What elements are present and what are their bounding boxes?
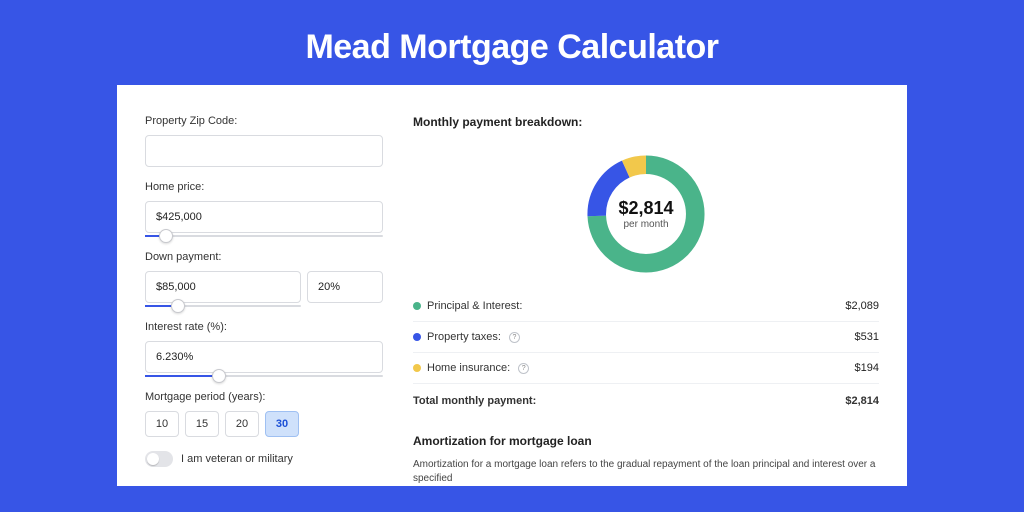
period-option-10[interactable]: 10 [145, 411, 179, 437]
period-option-15[interactable]: 15 [185, 411, 219, 437]
toggle-knob [147, 453, 159, 465]
legend-dot-icon [413, 333, 421, 341]
price-label: Home price: [145, 181, 383, 193]
total-value: $2,814 [845, 395, 879, 407]
amort-desc: Amortization for a mortgage loan refers … [413, 458, 879, 486]
legend-value: $531 [855, 331, 879, 343]
legend-row-1: Property taxes:? $531 [413, 322, 879, 353]
donut-amount: $2,814 [618, 198, 673, 219]
legend-label: Property taxes: [427, 331, 501, 343]
donut-chart-area: $2,814 per month [413, 139, 879, 291]
legend-label: Principal & Interest: [427, 300, 522, 312]
price-field: Home price: [145, 181, 383, 237]
legend-dot-icon [413, 364, 421, 372]
total-label: Total monthly payment: [413, 395, 536, 407]
veteran-row: I am veteran or military [145, 451, 383, 467]
legend-row-0: Principal & Interest: $2,089 [413, 291, 879, 322]
down-percent-input[interactable] [307, 271, 383, 303]
zip-field: Property Zip Code: [145, 115, 383, 167]
amortization-section: Amortization for mortgage loan Amortizat… [413, 434, 879, 486]
rate-label: Interest rate (%): [145, 321, 383, 333]
rate-field: Interest rate (%): [145, 321, 383, 377]
period-option-20[interactable]: 20 [225, 411, 259, 437]
down-slider[interactable] [145, 305, 301, 307]
info-icon[interactable]: ? [518, 363, 529, 374]
period-option-30[interactable]: 30 [265, 411, 299, 437]
rate-slider[interactable] [145, 375, 383, 377]
info-icon[interactable]: ? [509, 332, 520, 343]
donut-sub: per month [623, 219, 668, 230]
period-options: 10152030 [145, 411, 383, 437]
legend-dot-icon [413, 302, 421, 310]
price-slider[interactable] [145, 235, 383, 237]
price-input[interactable] [145, 201, 383, 233]
legend-value: $194 [855, 362, 879, 374]
breakdown-heading: Monthly payment breakdown: [413, 115, 879, 129]
zip-label: Property Zip Code: [145, 115, 383, 127]
total-row: Total monthly payment: $2,814 [413, 384, 879, 416]
legend: Principal & Interest: $2,089 Property taxe… [413, 291, 879, 384]
page-title: Mead Mortgage Calculator [0, 0, 1024, 85]
legend-row-2: Home insurance:? $194 [413, 353, 879, 384]
veteran-label: I am veteran or military [181, 453, 293, 465]
rate-input[interactable] [145, 341, 383, 373]
legend-label: Home insurance: [427, 362, 510, 374]
period-field: Mortgage period (years): 10152030 [145, 391, 383, 437]
calculator-card: Property Zip Code: Home price: Down paym… [117, 85, 907, 486]
donut-center: $2,814 per month [581, 149, 711, 279]
breakdown-column: Monthly payment breakdown: $2,814 per mo… [413, 115, 879, 486]
down-label: Down payment: [145, 251, 383, 263]
legend-value: $2,089 [845, 300, 879, 312]
veteran-toggle[interactable] [145, 451, 173, 467]
down-field: Down payment: [145, 251, 383, 307]
amort-heading: Amortization for mortgage loan [413, 434, 879, 448]
down-amount-input[interactable] [145, 271, 301, 303]
period-label: Mortgage period (years): [145, 391, 383, 403]
zip-input[interactable] [145, 135, 383, 167]
inputs-column: Property Zip Code: Home price: Down paym… [145, 115, 383, 486]
